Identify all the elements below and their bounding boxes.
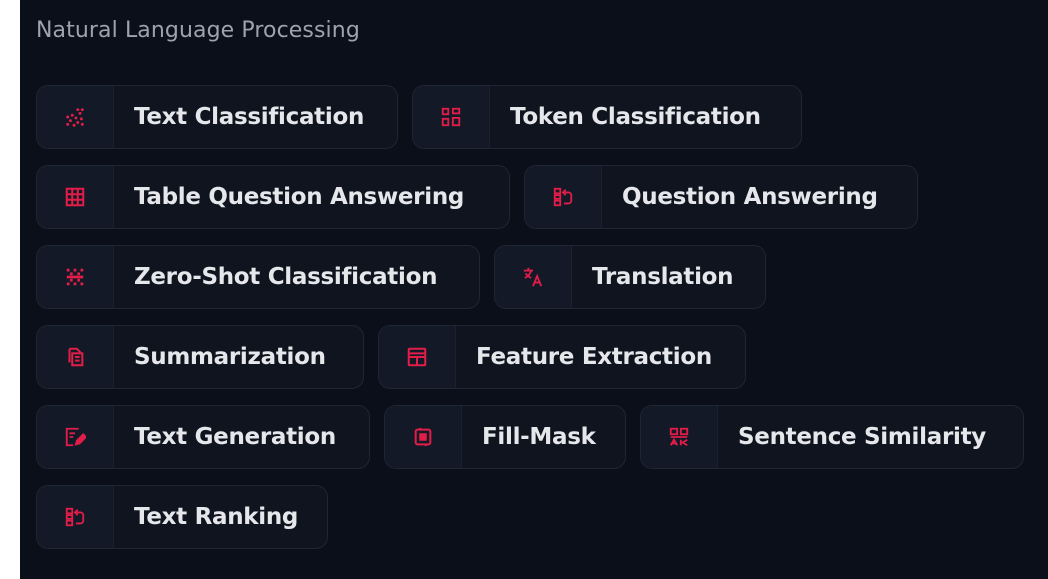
task-chip-text-generation[interactable]: Text Generation [36,405,370,469]
chip-row: Text Generation Fill-Mask Sentence Simil… [36,405,1036,469]
task-chip-zero-shot-classification[interactable]: Zero-Shot Classification [36,245,480,309]
chip-row: Text Classification Token Classification [36,85,1036,149]
zero-shot-icon [37,246,114,308]
summarization-icon [37,326,114,388]
feature-extraction-icon [379,326,456,388]
task-chip-summarization[interactable]: Summarization [36,325,364,389]
task-chip-label: Fill-Mask [482,424,596,450]
text-ranking-icon [37,486,114,548]
task-chip-feature-extraction[interactable]: Feature Extraction [378,325,746,389]
section-title: Natural Language Processing [36,18,360,43]
translation-icon [495,246,572,308]
chip-row: Text Ranking [36,485,1036,549]
chip-row: Table Question Answering Question Answer… [36,165,1036,229]
chip-row: Summarization Feature Extraction [36,325,1036,389]
task-chip-text-ranking[interactable]: Text Ranking [36,485,328,549]
task-chip-label: Text Generation [134,424,336,450]
task-chip-label: Question Answering [622,184,878,210]
task-chip-translation[interactable]: Translation [494,245,766,309]
text-classification-icon [37,86,114,148]
table-icon [37,166,114,228]
text-generation-icon [37,406,114,468]
task-chip-question-answering[interactable]: Question Answering [524,165,918,229]
task-chip-sentence-similarity[interactable]: Sentence Similarity [640,405,1024,469]
task-chip-label: Table Question Answering [134,184,465,210]
sentence-similarity-icon [641,406,718,468]
task-chip-label: Summarization [134,344,326,370]
task-chip-label: Sentence Similarity [738,424,986,450]
task-chip-label: Token Classification [510,104,761,130]
question-answering-icon [525,166,602,228]
fill-mask-icon [385,406,462,468]
task-chip-table-question-answering[interactable]: Table Question Answering [36,165,510,229]
task-chip-fill-mask[interactable]: Fill-Mask [384,405,626,469]
task-chip-label: Feature Extraction [476,344,712,370]
task-chip-token-classification[interactable]: Token Classification [412,85,802,149]
token-classification-icon [413,86,490,148]
task-chip-label: Zero-Shot Classification [134,264,438,290]
task-chip-label: Translation [592,264,734,290]
task-chip-label: Text Ranking [134,504,299,530]
task-chip-label: Text Classification [134,104,365,130]
nlp-task-panel: Natural Language Processing Text Classif… [20,0,1048,579]
task-chip-text-classification[interactable]: Text Classification [36,85,398,149]
chip-row: Zero-Shot Classification Translation [36,245,1036,309]
task-chip-grid: Text Classification Token Classification [36,85,1036,549]
